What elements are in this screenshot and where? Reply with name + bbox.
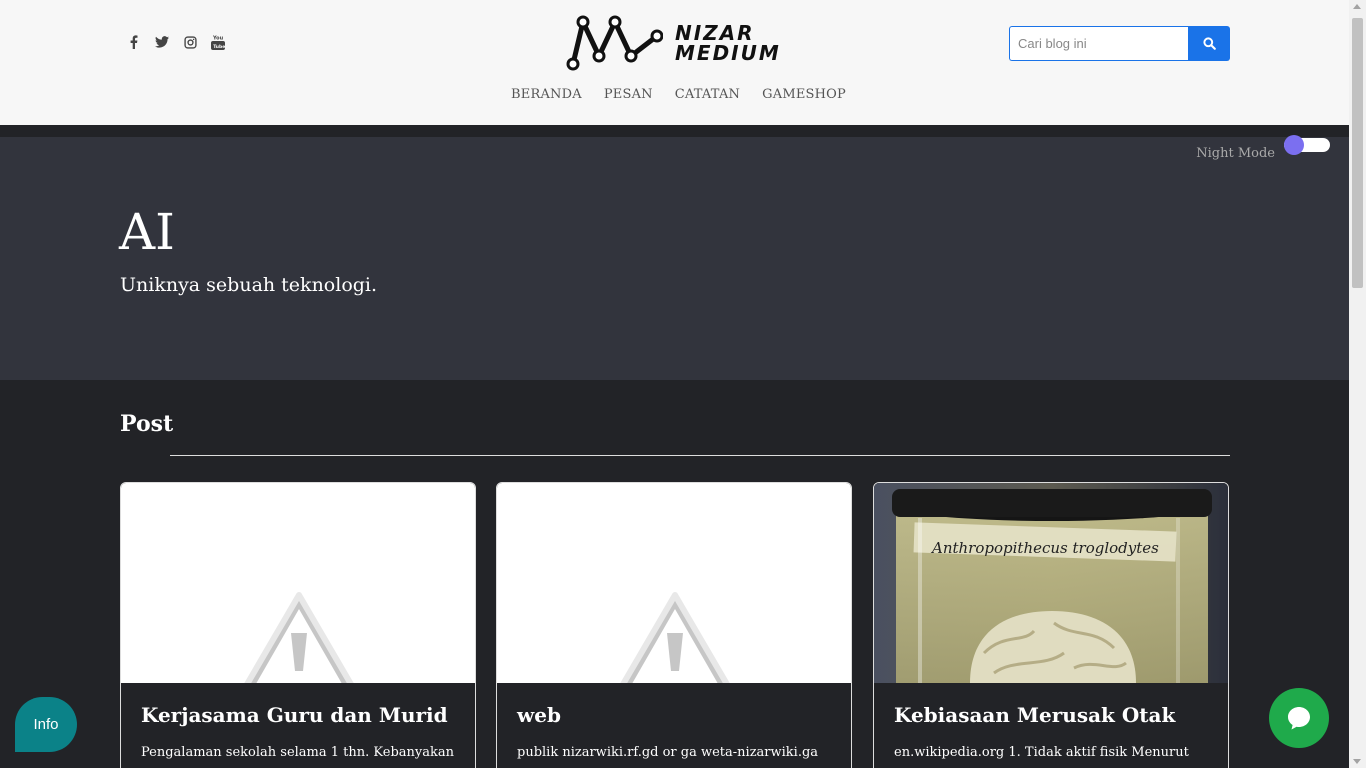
site-header: You Tube NIZAR MEDIUM BERANDA PESAN CATAT… — [0, 0, 1349, 125]
post-snippet: Pengalaman sekolah selama 1 thn. Kebanya… — [141, 745, 454, 760]
nav-item-beranda[interactable]: BERANDA — [511, 87, 582, 102]
post-snippet: en.wikipedia.org 1. Tidak aktif fisik Me… — [894, 745, 1189, 760]
toggle-knob — [1284, 135, 1304, 155]
section-heading: Post — [120, 411, 174, 437]
scrollbar-thumb[interactable] — [1352, 18, 1363, 288]
logo-mark-icon — [566, 15, 663, 71]
search-input[interactable] — [1009, 26, 1188, 61]
search-button[interactable] — [1188, 26, 1230, 61]
page-title: AI — [119, 203, 175, 261]
night-mode-toggle[interactable] — [1284, 135, 1330, 155]
scroll-up-icon[interactable] — [1353, 4, 1361, 9]
youtube-icon[interactable]: You Tube — [210, 33, 226, 51]
chat-bubble-icon — [1288, 707, 1310, 730]
instagram-icon[interactable] — [182, 33, 198, 51]
logo-text: NIZAR MEDIUM — [675, 23, 781, 63]
hero-section: Night Mode AI Uniknya sebuah teknologi. — [0, 137, 1349, 380]
info-button[interactable]: Info — [15, 697, 77, 752]
search-icon — [1202, 37, 1216, 50]
chat-button[interactable] — [1269, 688, 1329, 748]
facebook-icon[interactable] — [126, 33, 142, 51]
page-scrollbar[interactable] — [1349, 0, 1366, 768]
broken-image-icon — [620, 592, 730, 683]
nav-item-pesan[interactable]: PESAN — [604, 87, 653, 102]
post-card[interactable]: Kerjasama Guru dan Murid Pengalaman seko… — [120, 482, 476, 768]
post-title[interactable]: Kerjasama Guru dan Murid — [141, 703, 455, 727]
logo-line-2: MEDIUM — [675, 41, 781, 65]
post-card[interactable]: Anthropopithecus troglodytes Kebiasaan M… — [873, 482, 1229, 768]
nav-item-catatan[interactable]: CATATAN — [675, 87, 740, 102]
svg-text:You: You — [212, 35, 224, 41]
post-snippet: publik nizarwiki.rf.gd or ga weta-nizarw… — [517, 745, 819, 760]
post-title[interactable]: web — [517, 703, 831, 727]
post-title[interactable]: Kebiasaan Merusak Otak — [894, 703, 1208, 727]
post-thumbnail — [497, 483, 851, 683]
post-thumbnail: Anthropopithecus troglodytes — [874, 483, 1228, 683]
site-logo[interactable]: NIZAR MEDIUM — [565, 14, 781, 72]
post-thumbnail — [121, 483, 475, 683]
section-divider — [120, 455, 1230, 456]
header-divider — [0, 125, 1349, 137]
broken-image-icon — [244, 592, 354, 683]
logo-line-1: NIZAR — [675, 21, 755, 45]
nav-item-gameshop[interactable]: GAMESHOP — [762, 87, 846, 102]
search-form — [1009, 26, 1230, 61]
twitter-icon[interactable] — [154, 33, 170, 51]
scroll-down-icon[interactable] — [1353, 759, 1361, 764]
page-subtitle: Uniknya sebuah teknologi. — [120, 274, 378, 296]
jar-label: Anthropopithecus troglodytes — [930, 539, 1159, 557]
svg-text:Tube: Tube — [213, 44, 225, 50]
night-mode-label: Night Mode — [1196, 146, 1275, 161]
brain-jar-image: Anthropopithecus troglodytes — [874, 483, 1228, 683]
main-nav: BERANDA PESAN CATATAN GAMESHOP — [0, 87, 1349, 102]
social-links: You Tube — [126, 33, 226, 51]
post-card[interactable]: web publik nizarwiki.rf.gd or ga weta-ni… — [496, 482, 852, 768]
section-divider-accent — [120, 454, 170, 457]
